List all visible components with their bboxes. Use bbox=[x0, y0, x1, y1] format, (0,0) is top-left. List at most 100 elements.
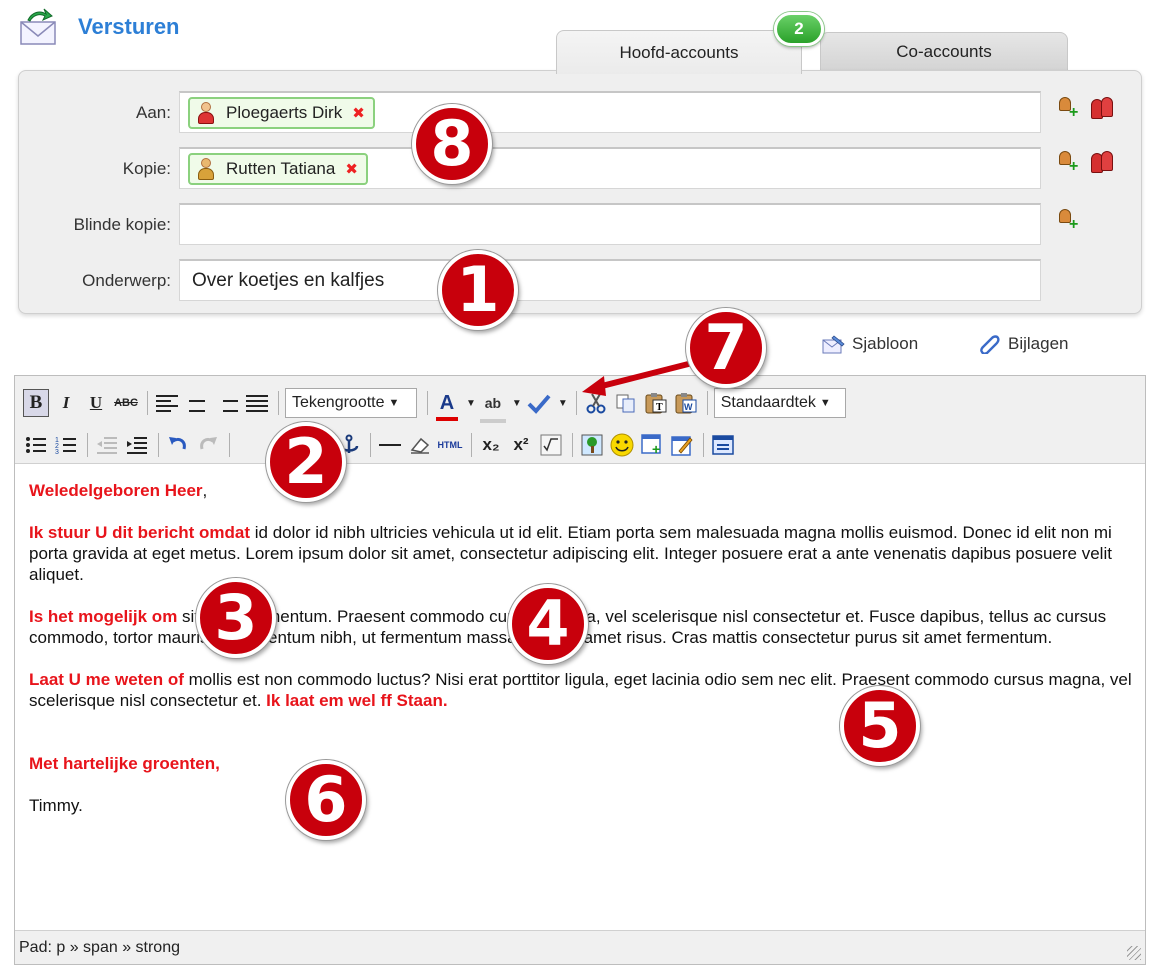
subject-value: Over koetjes en kalfjes bbox=[192, 270, 385, 291]
spellcheck-button[interactable] bbox=[526, 389, 552, 417]
insert-image-button[interactable] bbox=[579, 431, 605, 459]
bullet-list-icon bbox=[26, 437, 46, 453]
eraser-button[interactable] bbox=[407, 431, 433, 459]
horizontal-rule-button[interactable] bbox=[377, 431, 403, 459]
smiley-icon bbox=[610, 433, 634, 457]
chevron-down-icon: ▼ bbox=[819, 397, 831, 409]
callout-marker: 7 bbox=[686, 308, 766, 388]
align-justify-icon bbox=[246, 394, 268, 412]
recipient-chip[interactable]: Ploegaerts Dirk ✖ bbox=[188, 97, 375, 129]
cc-field[interactable]: Rutten Tatiana ✖ bbox=[179, 147, 1041, 189]
align-justify-button[interactable] bbox=[244, 389, 270, 417]
recipient-chip[interactable]: Rutten Tatiana ✖ bbox=[188, 153, 368, 185]
emphasis-text: Is het mogelijk om bbox=[29, 607, 178, 626]
emphasis-text: Ik laat em wel ff Staan. bbox=[266, 691, 448, 710]
style-select[interactable]: Standaardtek ▼ bbox=[713, 388, 846, 418]
signature: Timmy. bbox=[29, 796, 83, 815]
edit-form-icon bbox=[671, 436, 693, 456]
remove-icon[interactable]: ✖ bbox=[352, 104, 365, 122]
emphasis-text: Ik stuur U dit bericht omdat bbox=[29, 523, 251, 542]
dropdown-arrow-icon[interactable]: ▼ bbox=[466, 398, 476, 409]
count-badge: 2 bbox=[774, 12, 824, 46]
paragraph: Ik stuur U dit bericht omdat id dolor id… bbox=[29, 522, 1133, 585]
image-icon bbox=[581, 434, 603, 456]
paragraph: Laat U me weten of mollis est non commod… bbox=[29, 669, 1133, 711]
font-color-button[interactable]: A bbox=[434, 389, 460, 421]
italic-button[interactable]: I bbox=[53, 389, 79, 417]
message-body[interactable]: Weledelgeboren Heer, Ik stuur U dit beri… bbox=[29, 480, 1133, 837]
contact-group-icon[interactable] bbox=[1091, 151, 1115, 173]
dropdown-arrow-icon[interactable]: ▼ bbox=[558, 398, 568, 409]
underline-button[interactable]: U bbox=[83, 389, 109, 417]
to-field[interactable]: Ploegaerts Dirk ✖ bbox=[179, 91, 1041, 133]
insert-field-button[interactable]: + bbox=[639, 431, 665, 459]
svg-text:3: 3 bbox=[55, 449, 59, 455]
tab-hoofd-accounts[interactable]: Hoofd-accounts bbox=[556, 30, 802, 74]
toolbar-row-1: B I U ABC Tekengrootte ▼ A ▼ ab ▼ ▼ T W … bbox=[23, 386, 852, 423]
add-contact-icon[interactable]: + bbox=[1059, 151, 1081, 175]
tab-co-accounts[interactable]: Co-accounts bbox=[820, 32, 1068, 70]
person-icon bbox=[196, 101, 216, 125]
attachments-label: Bijlagen bbox=[1008, 334, 1069, 353]
contact-group-icon[interactable] bbox=[1091, 97, 1115, 119]
formula-button[interactable] bbox=[538, 431, 564, 459]
window-icon bbox=[712, 435, 734, 455]
spellcheck-icon bbox=[527, 394, 551, 414]
style-select-value: Standaardtek bbox=[720, 394, 816, 411]
callout-marker: 1 bbox=[438, 250, 518, 330]
bcc-label: Blinde kopie: bbox=[73, 215, 171, 234]
toolbar-separator bbox=[370, 433, 371, 457]
toolbar-separator bbox=[572, 433, 573, 457]
bcc-field[interactable] bbox=[179, 203, 1041, 245]
subject-field[interactable]: Over koetjes en kalfjes bbox=[179, 259, 1041, 301]
callout-marker: 3 bbox=[196, 578, 276, 658]
redo-icon bbox=[200, 437, 217, 450]
remove-icon[interactable]: ✖ bbox=[345, 160, 358, 178]
strikethrough-button[interactable]: ABC bbox=[113, 389, 139, 417]
highlight-button[interactable]: ab bbox=[479, 389, 506, 423]
align-right-button[interactable] bbox=[214, 389, 240, 417]
rich-text-editor: B I U ABC Tekengrootte ▼ A ▼ ab ▼ ▼ T W … bbox=[14, 375, 1146, 965]
paragraph: Weledelgeboren Heer, bbox=[29, 480, 1133, 501]
send-mail-icon bbox=[18, 8, 60, 46]
element-path: Pad: p » span » strong bbox=[15, 930, 1145, 964]
resize-handle-icon[interactable] bbox=[1127, 946, 1141, 960]
person-icon bbox=[196, 157, 216, 181]
bold-button[interactable]: B bbox=[23, 389, 49, 417]
template-link[interactable]: Sjabloon bbox=[822, 334, 918, 354]
toolbar-separator bbox=[229, 433, 230, 457]
html-source-button[interactable]: HTML bbox=[437, 431, 463, 459]
dropdown-arrow-icon[interactable]: ▼ bbox=[512, 398, 522, 409]
indent-button[interactable] bbox=[124, 431, 150, 459]
toolbar-separator bbox=[87, 433, 88, 457]
attachments-link[interactable]: Bijlagen bbox=[978, 334, 1069, 355]
header: Versturen bbox=[18, 8, 180, 46]
greeting: Weledelgeboren Heer bbox=[29, 481, 203, 500]
toolbar-separator bbox=[427, 391, 428, 415]
align-center-icon bbox=[186, 395, 208, 412]
toolbar-row-2: 123 HTML x₂ x² + bbox=[23, 428, 740, 462]
paperclip-icon bbox=[978, 334, 1002, 355]
font-size-select[interactable]: Tekengrootte ▼ bbox=[285, 388, 417, 418]
add-contact-icon[interactable]: + bbox=[1059, 97, 1081, 121]
edit-form-button[interactable] bbox=[669, 431, 695, 459]
template-label: Sjabloon bbox=[852, 334, 919, 353]
fullscreen-button[interactable] bbox=[710, 431, 736, 459]
undo-button[interactable] bbox=[165, 431, 191, 459]
numbered-list-button[interactable]: 123 bbox=[53, 431, 79, 459]
subscript-button[interactable]: x₂ bbox=[478, 431, 504, 459]
formula-icon bbox=[540, 434, 562, 456]
align-center-button[interactable] bbox=[184, 389, 210, 417]
toolbar-separator bbox=[278, 391, 279, 415]
bcc-actions: + bbox=[1059, 209, 1081, 233]
outdent-button bbox=[94, 431, 120, 459]
bullet-list-button[interactable] bbox=[23, 431, 49, 459]
align-left-button[interactable] bbox=[154, 389, 180, 417]
superscript-button[interactable]: x² bbox=[508, 431, 534, 459]
svg-text:W: W bbox=[684, 402, 693, 412]
redo-button bbox=[195, 431, 221, 459]
callout-marker: 5 bbox=[840, 686, 920, 766]
add-contact-icon[interactable]: + bbox=[1059, 209, 1081, 233]
emoticon-button[interactable] bbox=[609, 431, 635, 459]
undo-icon bbox=[169, 437, 186, 450]
